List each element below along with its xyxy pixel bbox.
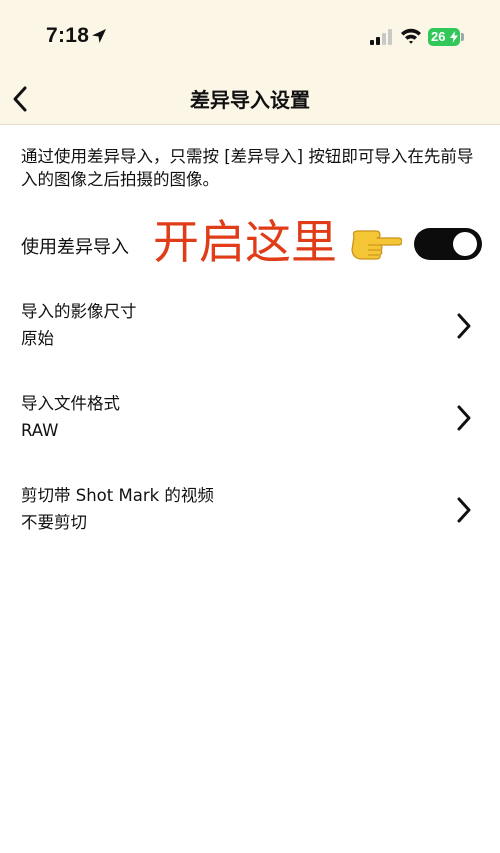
setting-value: RAW: [21, 421, 59, 440]
annotation-text: 开启这里: [153, 215, 337, 269]
setting-row-image-size[interactable]: 导入的影像尺寸 原始: [0, 301, 500, 371]
setting-label: 导入文件格式: [21, 394, 120, 413]
differential-import-label: 使用差异导入: [21, 237, 129, 258]
pointing-hand-icon: [351, 230, 402, 260]
battery-indicator: 26: [428, 28, 460, 46]
setting-value: 不要剪切: [21, 513, 87, 532]
chevron-right-icon: [457, 405, 471, 431]
battery-nub: [461, 33, 464, 41]
differential-import-row: 使用差异导入 开启这里: [0, 212, 500, 276]
wifi-icon: [401, 28, 421, 44]
setting-row-file-format[interactable]: 导入文件格式 RAW: [0, 393, 500, 463]
cellular-signal-icon: [370, 29, 392, 45]
setting-label: 剪切带 Shot Mark 的视频: [21, 486, 214, 505]
setting-value: 原始: [21, 329, 54, 348]
status-time: 7:18: [46, 24, 90, 47]
battery-level: 26: [431, 29, 446, 44]
chevron-right-icon: [457, 497, 471, 523]
setting-row-shot-mark-video[interactable]: 剪切带 Shot Mark 的视频 不要剪切: [0, 485, 500, 555]
toggle-knob: [453, 232, 477, 256]
charging-bolt-icon: [450, 31, 458, 43]
status-bar: 7:18 26: [0, 0, 500, 74]
setting-label: 导入的影像尺寸: [21, 302, 137, 321]
chevron-right-icon: [457, 313, 471, 339]
location-arrow-icon: [92, 29, 106, 43]
page-title: 差异导入设置: [190, 88, 310, 112]
differential-import-toggle[interactable]: [414, 228, 482, 260]
description-text: 通过使用差异导入，只需按 [差异导入] 按钮即可导入在先前导入的图像之后拍摄的图…: [21, 147, 474, 189]
navigation-bar: 差异导入设置: [0, 74, 500, 125]
